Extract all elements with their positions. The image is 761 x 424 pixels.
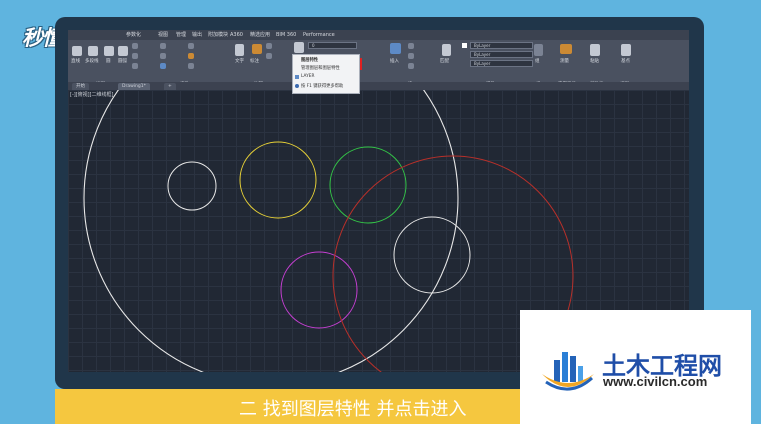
badge-url[interactable]: www.civilcn.com	[603, 374, 707, 389]
tooltip-title: 图层特性	[301, 58, 319, 63]
tooltip-command: LAYER	[301, 74, 315, 79]
caption-text: 二 找到图层特性 并点击进入	[239, 399, 467, 420]
layer-command-icon	[295, 75, 299, 79]
help-icon	[295, 84, 299, 88]
tooltip-help: 按 F1 键获得更多帮助	[301, 84, 344, 89]
tooltip-description: 管理图层和图层特性	[301, 66, 340, 71]
caption-bar: 二 找到图层特性 并点击进入	[55, 389, 525, 424]
civilcn-logo-icon	[542, 352, 594, 391]
site-badge: 土木工程网 www.civilcn.com	[520, 310, 751, 424]
layer-properties-tooltip: 图层特性 管理图层和图层特性 LAYER 按 F1 键获得更多帮助	[292, 54, 360, 94]
